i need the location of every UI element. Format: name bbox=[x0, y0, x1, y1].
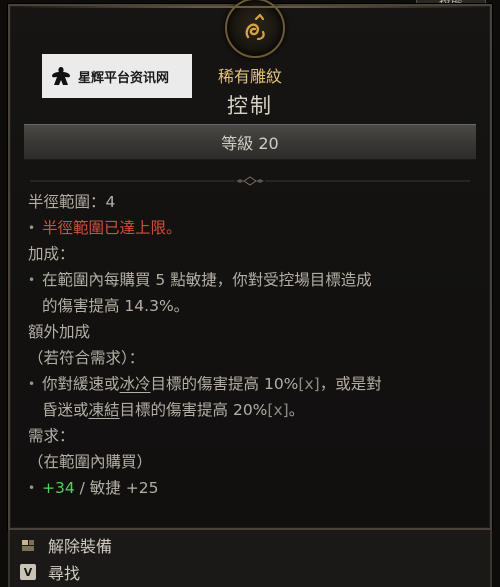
scaling-tag: [x] bbox=[298, 375, 320, 393]
chill-keyword[interactable]: 冰冷 bbox=[120, 375, 151, 393]
find-label: 尋找 bbox=[48, 564, 81, 583]
bullet-icon: • bbox=[28, 273, 36, 287]
item-tooltip: 星辉平台资讯网 稀有雕紋 控制 等級 20 半徑範圍：4 • 半徑範圍已達上限。 … bbox=[8, 0, 492, 530]
requirement-header: 需求： bbox=[28, 427, 75, 445]
bullet-icon: • bbox=[28, 481, 36, 495]
bonus-header: 加成： bbox=[28, 245, 75, 263]
extra-bonus-line-cont: 昏迷或凍結目標的傷害提高 20%[x]。 bbox=[42, 401, 305, 419]
requirement-line: • +34 / 敏捷 +25 bbox=[28, 475, 478, 501]
stats-body: 半徑範圍：4 • 半徑範圍已達上限。 加成： • 在範圍內每購買 5 點敏捷，你對受… bbox=[28, 189, 478, 501]
unequip-action[interactable]: 解除裝備 bbox=[20, 532, 112, 558]
find-action[interactable]: V 尋找 bbox=[20, 559, 80, 585]
extra-header: 額外加成 bbox=[28, 323, 91, 341]
extra-bonus-line: • 你對緩速或冰冷目標的傷害提高 10%[x]，或是對 bbox=[28, 371, 478, 397]
radius-line: 半徑範圍：4 bbox=[28, 193, 116, 211]
freeze-keyword[interactable]: 凍結 bbox=[89, 401, 120, 419]
scaling-tag: [x] bbox=[267, 401, 289, 419]
action-bar: 解除裝備 V 尋找 bbox=[8, 530, 492, 587]
ornament-divider bbox=[30, 176, 470, 186]
unequip-label: 解除裝備 bbox=[48, 537, 113, 556]
bullet-icon: • bbox=[28, 377, 36, 391]
extra-condition: （若符合需求）： bbox=[28, 349, 145, 367]
v-key-icon: V bbox=[20, 564, 36, 580]
glyph-emblem-icon bbox=[225, 0, 285, 58]
requirement-condition: （在範圍內購買） bbox=[28, 453, 153, 471]
radius-max-warning: • 半徑範圍已達上限。 bbox=[28, 215, 478, 241]
level-bar: 等級 20 bbox=[24, 124, 476, 160]
bullet-icon: • bbox=[28, 221, 36, 235]
bonus-line: • 在範圍內每購買 5 點敏捷，你對受控場目標造成 bbox=[28, 267, 478, 293]
item-rarity: 稀有雕紋 bbox=[217, 67, 282, 86]
mouse-click-icon bbox=[20, 537, 36, 553]
item-name: 控制 bbox=[227, 94, 273, 118]
level-label: 等級 20 bbox=[221, 134, 279, 153]
bonus-line-cont: 的傷害提高 14.3%。 bbox=[42, 297, 190, 315]
requirement-current: +34 bbox=[42, 479, 75, 497]
